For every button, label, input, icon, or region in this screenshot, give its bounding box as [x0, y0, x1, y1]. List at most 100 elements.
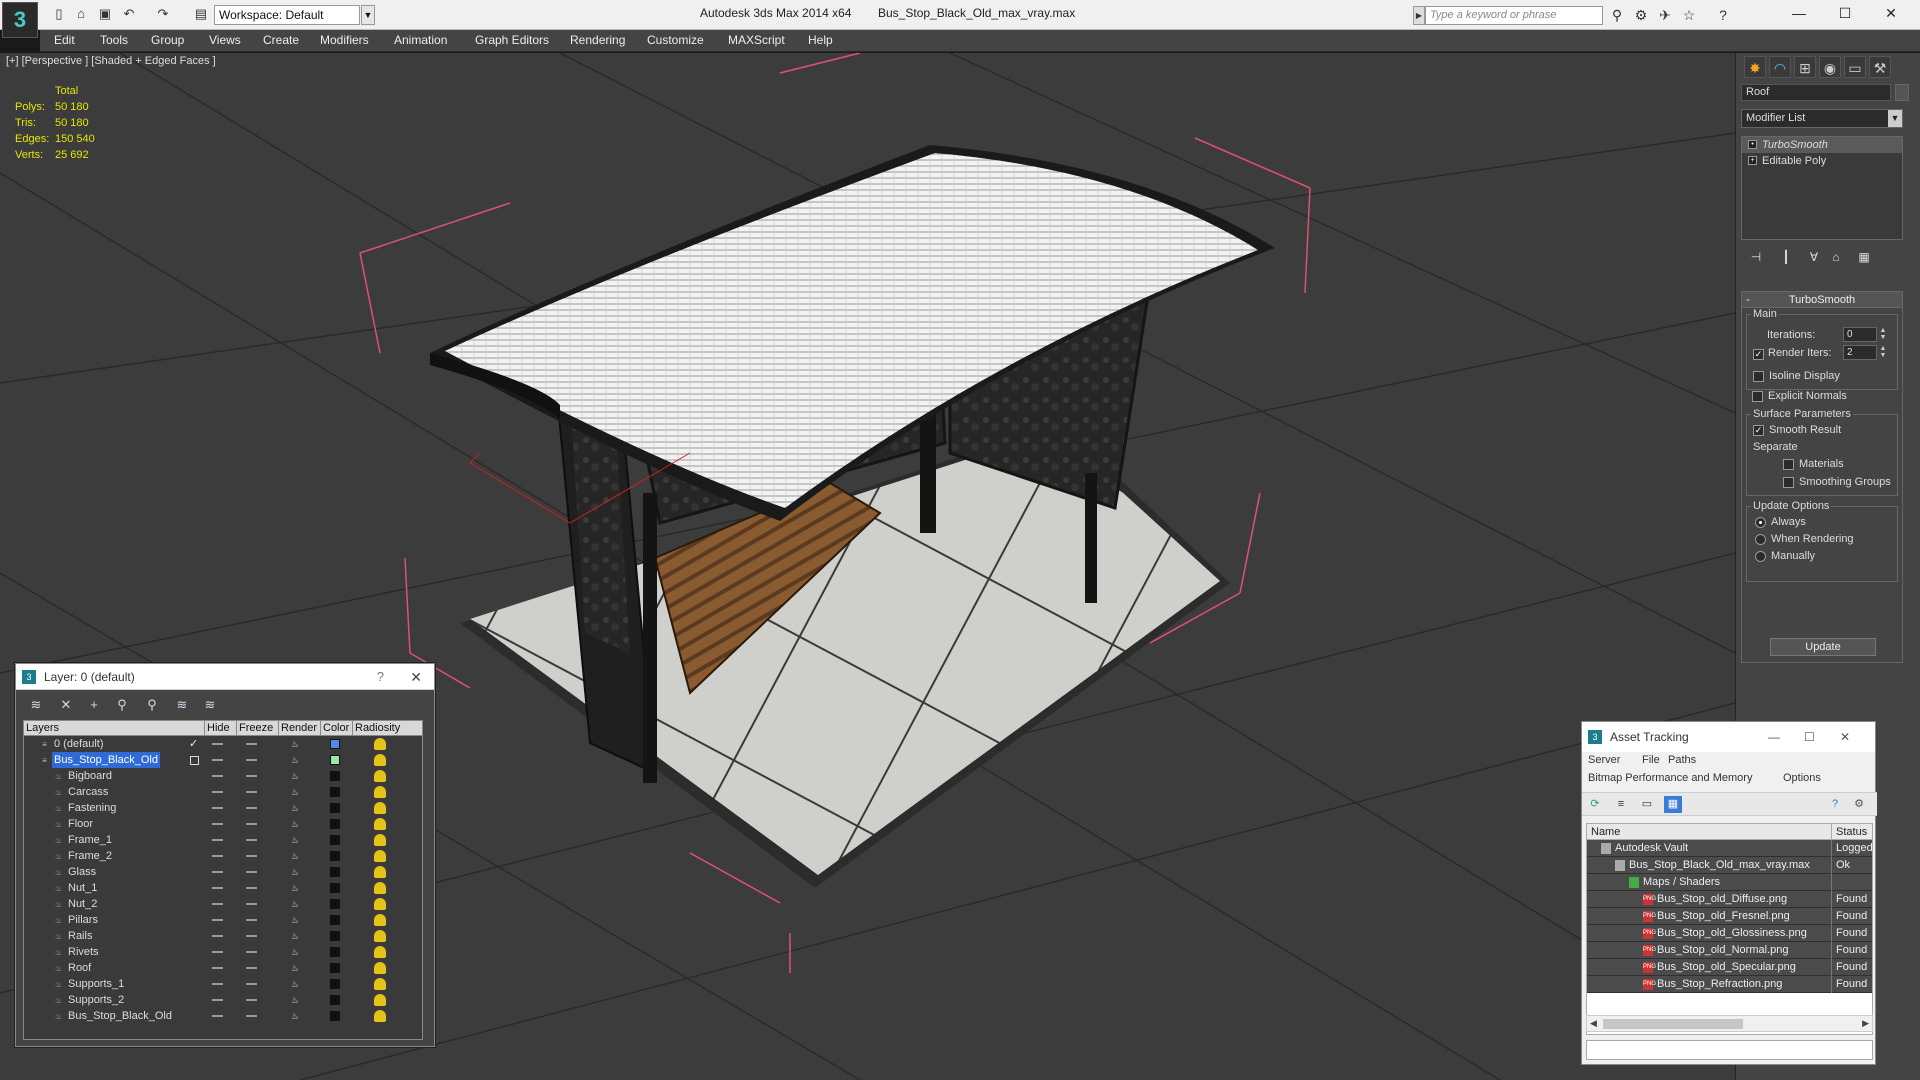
hide-toggle[interactable]: [212, 775, 223, 777]
render-teapot-icon[interactable]: ♨: [290, 851, 300, 861]
layer-color-swatch[interactable]: [330, 819, 340, 829]
col-freeze[interactable]: Freeze: [236, 721, 276, 736]
minimize-button[interactable]: —: [1776, 0, 1822, 28]
scroll-right-icon[interactable]: ▶: [1862, 1016, 1869, 1031]
hide-toggle[interactable]: [212, 1015, 223, 1017]
asset-row[interactable]: PNG Bus_Stop_old_Diffuse.png Found: [1587, 891, 1872, 908]
render-teapot-icon[interactable]: ♨: [290, 979, 300, 989]
asset-name[interactable]: Bus_Stop_Black_Old_max_vray.max: [1629, 857, 1810, 874]
menu-file[interactable]: File: [1642, 754, 1660, 766]
asset-row[interactable]: PNG Bus_Stop_old_Glossiness.png Found: [1587, 925, 1872, 942]
layer-row[interactable]: ♨ Bus_Stop_Black_Old ♨: [24, 1008, 422, 1024]
save-file-icon[interactable]: ▣: [96, 6, 114, 22]
delete-layer-icon[interactable]: ✕: [56, 696, 76, 714]
display-tab-icon[interactable]: ▭: [1844, 56, 1866, 78]
asset-row[interactable]: Autodesk Vault Logged: [1587, 840, 1872, 857]
remove-modifier-icon[interactable]: ⌂: [1827, 248, 1845, 266]
layer-row[interactable]: ≡ 0 (default) ✓ ♨: [24, 736, 422, 752]
modify-tab-icon[interactable]: ◠: [1769, 56, 1791, 78]
radiosity-icon[interactable]: [374, 898, 386, 910]
close-button[interactable]: ✕: [1840, 722, 1850, 752]
render-iters-checkbox[interactable]: ✓: [1753, 349, 1764, 360]
layer-name[interactable]: Bus_Stop_Black_Old: [66, 1008, 174, 1024]
lightbulb-icon[interactable]: •: [1748, 140, 1757, 149]
layer-row[interactable]: ♨ Supports_1 ♨: [24, 976, 422, 992]
layer-color-swatch[interactable]: [330, 979, 340, 989]
hide-toggle[interactable]: [212, 759, 223, 761]
layer-name[interactable]: Nut_2: [66, 896, 99, 912]
menu-bitmap-performance[interactable]: Bitmap Performance and Memory: [1588, 772, 1752, 784]
layer-row[interactable]: ♨ Rails ♨: [24, 928, 422, 944]
minimize-button[interactable]: —: [1768, 722, 1780, 752]
layer-name[interactable]: Floor: [66, 816, 95, 832]
radiosity-icon[interactable]: [374, 754, 386, 766]
menu-create[interactable]: Create: [263, 33, 299, 47]
freeze-toggle[interactable]: [246, 903, 257, 905]
update-button[interactable]: Update: [1770, 638, 1876, 656]
radiosity-icon[interactable]: [374, 834, 386, 846]
render-teapot-icon[interactable]: ♨: [290, 835, 300, 845]
asset-name[interactable]: Bus_Stop_old_Specular.png: [1657, 959, 1796, 976]
asset-row[interactable]: PNG Bus_Stop_old_Specular.png Found: [1587, 959, 1872, 976]
radiosity-icon[interactable]: [374, 994, 386, 1006]
layer-color-swatch[interactable]: [330, 931, 340, 941]
freeze-toggle[interactable]: [246, 759, 257, 761]
menu-rendering[interactable]: Rendering: [570, 33, 625, 47]
layer-name[interactable]: Bigboard: [66, 768, 114, 784]
create-tab-icon[interactable]: ✸: [1744, 56, 1766, 78]
asset-name[interactable]: Autodesk Vault: [1615, 840, 1688, 857]
asset-path-field[interactable]: [1586, 1040, 1873, 1060]
hide-toggle[interactable]: [212, 823, 223, 825]
layer-row[interactable]: ♨ Bigboard ♨: [24, 768, 422, 784]
col-name[interactable]: Name: [1591, 824, 1620, 840]
layer-row[interactable]: ♨ Supports_2 ♨: [24, 992, 422, 1008]
layer-row[interactable]: ♨ Floor ♨: [24, 816, 422, 832]
radiosity-icon[interactable]: [374, 930, 386, 942]
layer-color-swatch[interactable]: [330, 867, 340, 877]
project-folder-icon[interactable]: ▤: [192, 6, 210, 22]
render-teapot-icon[interactable]: ♨: [290, 963, 300, 973]
when-rendering-radio[interactable]: [1755, 534, 1766, 545]
help-button[interactable]: ?: [377, 664, 384, 690]
col-radiosity[interactable]: Radiosity: [352, 721, 412, 736]
binoculars-icon[interactable]: ⚲: [1608, 6, 1626, 24]
hide-toggle[interactable]: [212, 871, 223, 873]
render-teapot-icon[interactable]: ♨: [290, 947, 300, 957]
chevron-down-icon[interactable]: ▼: [361, 5, 375, 25]
menu-group[interactable]: Group: [151, 33, 184, 47]
layer-row[interactable]: ♨ Frame_2 ♨: [24, 848, 422, 864]
chevron-down-icon[interactable]: ▼: [1888, 110, 1902, 127]
object-color-swatch[interactable]: [1895, 84, 1909, 101]
hide-toggle[interactable]: [212, 887, 223, 889]
menu-options[interactable]: Options: [1783, 772, 1821, 784]
help-icon[interactable]: ?: [1714, 6, 1732, 24]
layer-name[interactable]: Supports_2: [66, 992, 126, 1008]
modifier-list-dropdown[interactable]: Modifier List ▼: [1741, 109, 1903, 128]
scrollbar-thumb[interactable]: [1603, 1019, 1743, 1029]
layer-row[interactable]: ♨ Frame_1 ♨: [24, 832, 422, 848]
render-iters-spinner[interactable]: 2: [1843, 345, 1877, 360]
current-layer-check-icon[interactable]: ✓: [189, 736, 198, 752]
radiosity-icon[interactable]: [374, 850, 386, 862]
object-name-field[interactable]: Roof: [1741, 84, 1891, 101]
hide-toggle[interactable]: [212, 903, 223, 905]
menu-modifiers[interactable]: Modifiers: [320, 33, 369, 47]
radiosity-icon[interactable]: [374, 914, 386, 926]
layer-name[interactable]: Pillars: [66, 912, 100, 928]
favorites-star-icon[interactable]: ☆: [1680, 6, 1698, 24]
layer-row[interactable]: ♨ Nut_1 ♨: [24, 880, 422, 896]
col-hide[interactable]: Hide: [204, 721, 234, 736]
asset-row[interactable]: PNG Bus_Stop_old_Fresnel.png Found: [1587, 908, 1872, 925]
asset-name[interactable]: Bus_Stop_old_Diffuse.png: [1657, 891, 1787, 908]
isoline-display-checkbox[interactable]: [1753, 371, 1764, 382]
freeze-toggle[interactable]: [246, 935, 257, 937]
hide-all-layers-icon[interactable]: ≋: [172, 696, 192, 714]
smoothing-groups-checkbox[interactable]: [1783, 477, 1794, 488]
redo-icon[interactable]: ↷: [154, 6, 172, 22]
viewport-label[interactable]: [+] [Perspective ] [Shaded + Edged Faces…: [6, 55, 216, 67]
menu-help[interactable]: Help: [808, 33, 833, 47]
render-teapot-icon[interactable]: ♨: [290, 867, 300, 877]
vault-icon[interactable]: ⚙: [1850, 796, 1868, 813]
col-status[interactable]: Status: [1831, 824, 1872, 840]
layer-row[interactable]: ♨ Pillars ♨: [24, 912, 422, 928]
